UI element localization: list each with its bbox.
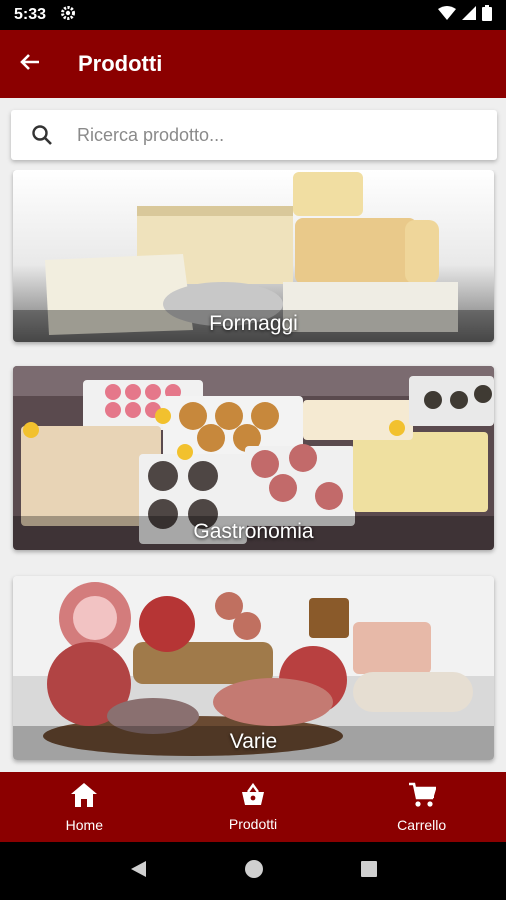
nav-home[interactable]: Home <box>0 772 169 842</box>
app-bar: Prodotti <box>0 30 506 98</box>
settings-gear-icon <box>60 5 76 26</box>
status-time: 5:33 <box>14 6 47 23</box>
signal-icon <box>462 5 476 25</box>
battery-icon <box>482 4 492 26</box>
search-bar <box>11 110 497 160</box>
nav-home-label: Home <box>65 816 104 833</box>
home-icon <box>70 782 98 811</box>
category-card-varie[interactable]: Varie <box>13 576 494 760</box>
status-bar: 5:33 <box>0 0 506 30</box>
category-label: Varie <box>229 730 278 753</box>
arrow-left-icon <box>20 53 40 76</box>
category-label: Formaggi <box>209 312 298 335</box>
nav-cart[interactable]: Carrello <box>337 772 506 842</box>
category-card-gastronomia[interactable]: Gastronomia <box>13 366 494 550</box>
category-card-formaggi[interactable]: Formaggi <box>13 170 494 342</box>
category-list: Formaggi Gastronomia Varie <box>0 170 506 770</box>
cart-icon <box>408 782 437 811</box>
system-recents-icon[interactable] <box>360 860 378 883</box>
category-label: Gastronomia <box>193 520 314 543</box>
nav-products-label: Prodotti <box>228 815 278 832</box>
nav-cart-label: Carrello <box>397 816 447 833</box>
back-button[interactable] <box>0 30 60 98</box>
system-home-icon[interactable] <box>244 859 264 884</box>
bottom-navigation: Home Prodotti Carrello <box>0 772 506 842</box>
system-back-icon[interactable] <box>128 859 148 884</box>
wifi-icon <box>438 5 456 25</box>
search-icon[interactable] <box>11 124 73 146</box>
search-input[interactable] <box>77 124 457 146</box>
system-navigation-bar <box>0 842 506 900</box>
nav-products[interactable]: Prodotti <box>169 772 338 842</box>
basket-icon <box>240 782 266 810</box>
page-title: Prodotti <box>78 51 163 76</box>
